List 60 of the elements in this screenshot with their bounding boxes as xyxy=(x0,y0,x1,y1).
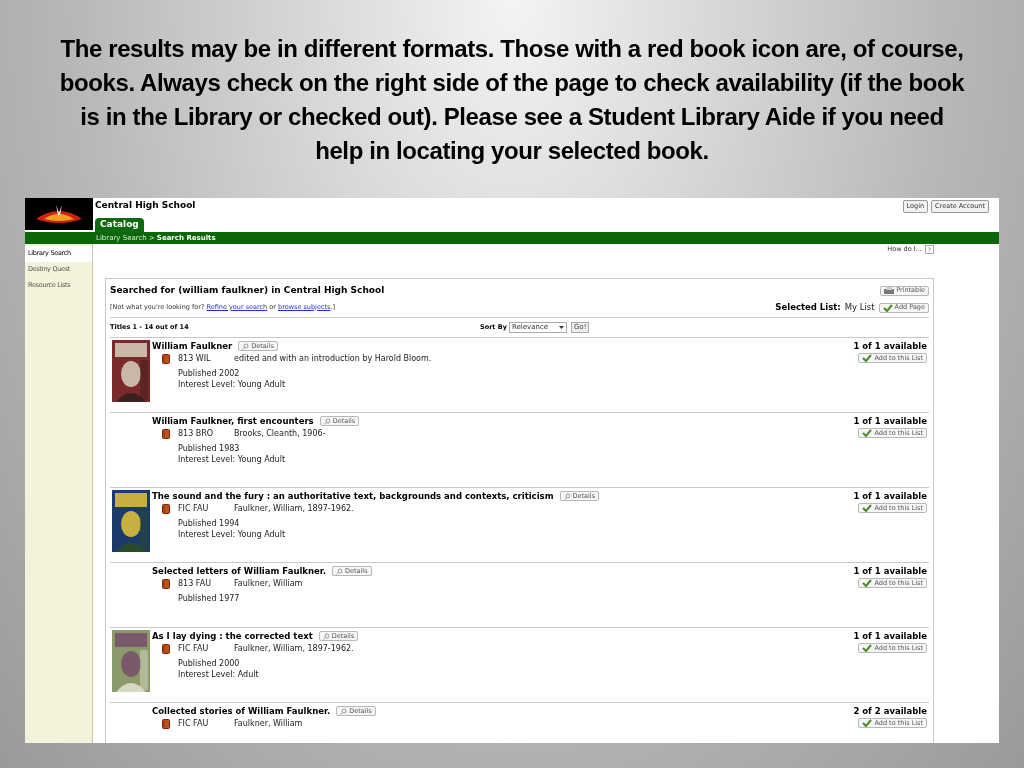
result-title[interactable]: William Faulkner xyxy=(152,340,233,353)
author: edited and with an introduction by Harold Bloom. xyxy=(234,352,432,365)
search-icon xyxy=(340,707,348,715)
call-number: 813 BRO xyxy=(178,427,215,440)
search-icon xyxy=(563,492,571,500)
result-title[interactable]: As I lay dying : the corrected text xyxy=(152,630,313,643)
interest-level: Interest Level: Young Adult xyxy=(178,528,287,540)
selected-list-name: My List xyxy=(844,301,875,314)
book-icon xyxy=(162,428,170,439)
availability: 1 of 1 available xyxy=(853,490,927,503)
search-heading: Searched for (william faulkner) in Central High School xyxy=(110,283,385,297)
call-number: FIC FAU xyxy=(178,502,210,515)
school-name: Central High School xyxy=(95,199,196,212)
author: Faulkner, William xyxy=(234,577,303,590)
published-year: Published 2000 xyxy=(178,657,241,669)
availability: 2 of 2 available xyxy=(853,705,927,718)
published-year: Published 2002 xyxy=(178,367,241,379)
author: Brooks, Cleanth, 1906- xyxy=(234,427,326,440)
selected-list-label: Selected List: xyxy=(775,301,841,314)
check-icon xyxy=(862,643,873,652)
check-icon xyxy=(862,718,873,727)
call-number: 813 WIL xyxy=(178,352,212,365)
call-number: FIC FAU xyxy=(178,642,210,655)
call-number: 813 FAU xyxy=(178,577,212,590)
author: Faulkner, William xyxy=(234,717,303,730)
book-icon xyxy=(162,643,170,654)
interest-level: Interest Level: Young Adult xyxy=(178,378,287,390)
availability: 1 of 1 available xyxy=(853,630,927,643)
search-icon xyxy=(322,632,330,640)
interest-level: Interest Level: Adult xyxy=(178,668,260,680)
caption-text: The results may be in different formats. Those with a red book icon are, of course, books. Always check on the right side of the page to check availability (if the book is in the Library or checked out). Please see a Student Library Aide if you need help in locating your selected book. xyxy=(59,34,965,166)
published-year: Published 1994 xyxy=(178,517,241,529)
search-icon xyxy=(242,342,250,350)
caret-icon xyxy=(558,326,564,329)
result-title[interactable]: Collected stories of William Faulkner. xyxy=(152,705,331,718)
catalog-tab[interactable]: Catalog xyxy=(95,218,144,232)
result-title[interactable]: William Faulkner, first encounters xyxy=(152,415,314,428)
availability: 1 of 1 available xyxy=(853,340,927,353)
availability: 1 of 1 available xyxy=(853,565,927,578)
search-icon xyxy=(323,417,331,425)
call-number: FIC FAU xyxy=(178,717,210,730)
author: Faulkner, William, 1897-1962. xyxy=(234,642,354,655)
book-icon xyxy=(162,353,170,364)
availability: 1 of 1 available xyxy=(853,415,927,428)
result-title[interactable]: Selected letters of William Faulkner. xyxy=(152,565,327,578)
interest-level: Interest Level: Young Adult xyxy=(178,453,287,465)
result-title[interactable]: The sound and the fury : an authoritative text, backgrounds and contexts, criticism xyxy=(152,490,554,503)
book-icon xyxy=(162,503,170,514)
book-icon xyxy=(162,718,170,729)
printer-icon xyxy=(884,287,895,294)
check-icon xyxy=(862,428,873,437)
check-icon xyxy=(862,578,873,587)
search-icon xyxy=(336,567,344,575)
author: Faulkner, William, 1897-1962. xyxy=(234,502,354,515)
published-year: Published 1977 xyxy=(178,592,241,604)
check-icon xyxy=(862,503,873,512)
check-icon xyxy=(882,303,893,312)
published-year: Published 1983 xyxy=(178,442,241,454)
book-icon xyxy=(162,578,170,589)
check-icon xyxy=(862,353,873,362)
